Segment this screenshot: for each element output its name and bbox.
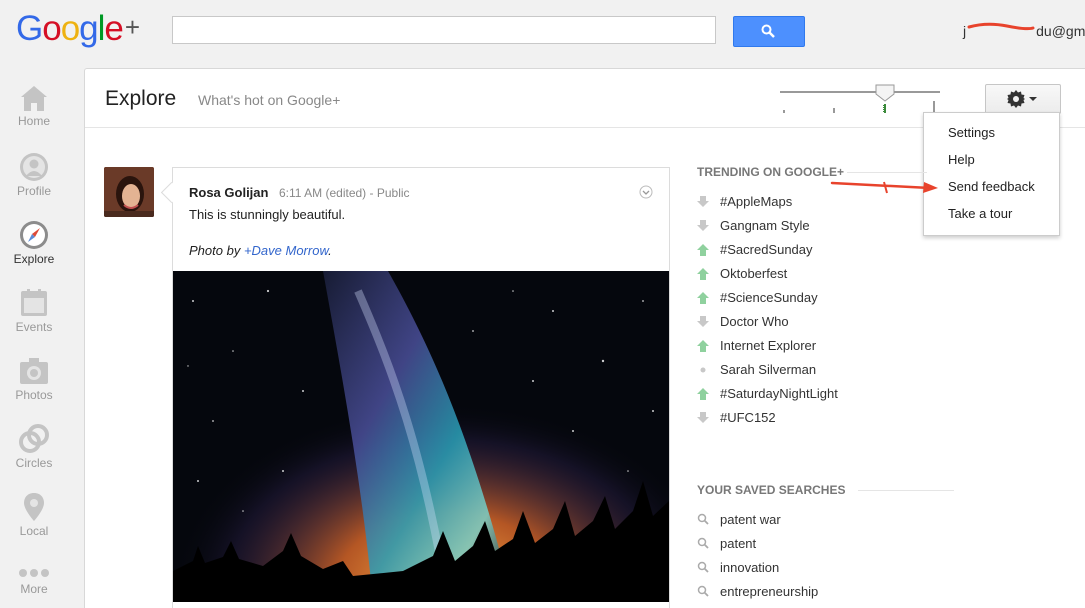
google-plus-logo[interactable]: Google+	[16, 9, 140, 51]
search-icon	[697, 513, 709, 525]
trend-down-icon	[697, 316, 709, 327]
top-bar: Google+ jdu@gmail	[0, 0, 1085, 60]
compass-icon	[20, 221, 48, 249]
nav-item-more[interactable]: More	[0, 566, 68, 596]
home-icon	[21, 86, 47, 111]
menu-item-send-feedback[interactable]: Send feedback	[948, 179, 1035, 194]
trend-down-icon	[697, 196, 709, 207]
saved-searches-title: YOUR SAVED SEARCHES	[697, 483, 846, 497]
nav-item-home[interactable]: Home	[0, 84, 68, 128]
page-subtitle: What's hot on Google+	[198, 92, 341, 108]
nav-item-events[interactable]: Events	[0, 288, 68, 334]
content-slider[interactable]	[780, 82, 940, 122]
trend-up-icon	[697, 388, 709, 400]
calendar-icon	[21, 289, 47, 316]
post-author[interactable]: Rosa Golijan	[189, 185, 268, 200]
account-email[interactable]: jdu@gmail	[963, 22, 1085, 39]
section-divider	[847, 172, 927, 173]
map-pin-icon	[24, 493, 44, 521]
credit-link[interactable]: +Dave Morrow	[244, 243, 328, 258]
trend-same-icon	[700, 367, 706, 373]
post-text: This is stunningly beautiful.	[189, 207, 346, 222]
trend-up-icon	[697, 292, 709, 304]
milky-way-photo	[173, 271, 669, 603]
menu-item-help[interactable]: Help	[948, 152, 975, 167]
trend-up-icon	[697, 268, 709, 280]
nav-item-circles[interactable]: Circles	[0, 424, 68, 470]
post-menu-chevron-icon[interactable]	[639, 185, 653, 199]
search-input[interactable]	[172, 16, 716, 44]
gear-icon	[1007, 90, 1025, 108]
settings-gear-button[interactable]	[985, 84, 1061, 114]
menu-item-settings[interactable]: Settings	[948, 125, 995, 140]
post-image[interactable]	[173, 271, 669, 603]
search-icon	[697, 561, 709, 573]
search-icon	[697, 537, 709, 549]
post-time[interactable]: 6:11 AM (edited)	[279, 186, 366, 200]
trend-down-icon	[697, 412, 709, 423]
post-credit: Photo by +Dave Morrow.	[189, 243, 332, 258]
slider-tick	[783, 110, 785, 113]
redaction-scribble	[967, 22, 1035, 31]
avatar[interactable]	[104, 167, 154, 217]
slider-track	[780, 91, 940, 93]
settings-menu: Settings Help Send feedback Take a tour	[923, 112, 1060, 236]
trend-up-icon	[697, 244, 709, 256]
post-meta: 6:11 AM (edited) - Public	[279, 186, 410, 200]
circles-icon	[19, 424, 49, 453]
section-divider	[858, 490, 954, 491]
more-dots-icon	[19, 569, 49, 577]
nav-item-local[interactable]: Local	[0, 492, 68, 538]
nav-item-explore[interactable]: Explore	[0, 220, 68, 266]
slider-thumb[interactable]	[875, 84, 895, 102]
annotation-arrow	[830, 181, 938, 194]
search-icon	[761, 24, 775, 38]
nav-item-profile[interactable]: Profile	[0, 152, 68, 198]
trend-up-icon	[697, 340, 709, 352]
trending-title: TRENDING ON GOOGLE+	[697, 165, 845, 179]
chevron-down-icon	[1029, 97, 1037, 101]
menu-item-take-a-tour[interactable]: Take a tour	[948, 206, 1012, 221]
author-photo	[104, 167, 154, 217]
profile-icon	[20, 153, 48, 181]
trend-down-icon	[697, 220, 709, 231]
page-title: Explore	[105, 87, 177, 110]
nav-item-photos[interactable]: Photos	[0, 356, 68, 402]
slider-tick	[883, 104, 886, 113]
slider-tick	[833, 108, 835, 113]
search-icon	[697, 585, 709, 597]
search-button[interactable]	[733, 16, 805, 47]
post-visibility[interactable]: Public	[377, 186, 410, 200]
camera-icon	[20, 358, 48, 384]
